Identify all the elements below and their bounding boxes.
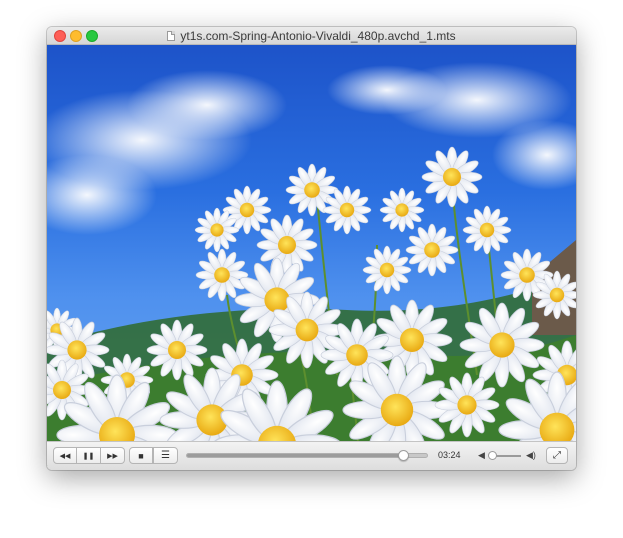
window-title: yt1s.com-Spring-Antonio-Vivaldi_480p.avc… — [180, 28, 456, 43]
control-bar: ◀◀ ❚❚ ▶▶ ■ ☰ 03:24 ◀ ◀) ⤢ — [47, 441, 576, 470]
video-image — [47, 62, 576, 466]
pause-icon: ❚❚ — [82, 452, 95, 460]
pause-button[interactable]: ❚❚ — [77, 447, 101, 464]
stop-icon: ■ — [138, 450, 144, 461]
seek-bar-knob[interactable] — [398, 450, 409, 461]
title-bar[interactable]: yt1s.com-Spring-Antonio-Vivaldi_480p.avc… — [47, 27, 576, 45]
fast-forward-button[interactable]: ▶▶ — [101, 447, 125, 464]
volume-high-icon: ◀) — [526, 450, 536, 460]
document-icon — [167, 30, 176, 41]
rewind-button[interactable]: ◀◀ — [53, 447, 77, 464]
playlist-icon: ☰ — [161, 450, 170, 461]
volume-knob[interactable] — [488, 451, 498, 460]
fullscreen-button[interactable]: ⤢ — [546, 447, 568, 464]
fast-forward-icon: ▶▶ — [107, 452, 118, 460]
fullscreen-icon: ⤢ — [553, 450, 561, 461]
playlist-button[interactable]: ☰ — [153, 447, 178, 464]
volume-low-icon: ◀ — [478, 450, 485, 460]
volume-slider[interactable] — [488, 451, 521, 460]
seek-bar-fill — [187, 454, 403, 457]
elapsed-time: 03:24 — [438, 450, 461, 460]
rewind-icon: ◀◀ — [59, 452, 71, 460]
player-window: yt1s.com-Spring-Antonio-Vivaldi_480p.avc… — [47, 27, 576, 470]
window-title-group: yt1s.com-Spring-Antonio-Vivaldi_480p.avc… — [47, 27, 576, 44]
video-frame[interactable] — [47, 45, 576, 466]
seek-bar[interactable] — [186, 450, 428, 461]
stop-button[interactable]: ■ — [129, 447, 153, 464]
